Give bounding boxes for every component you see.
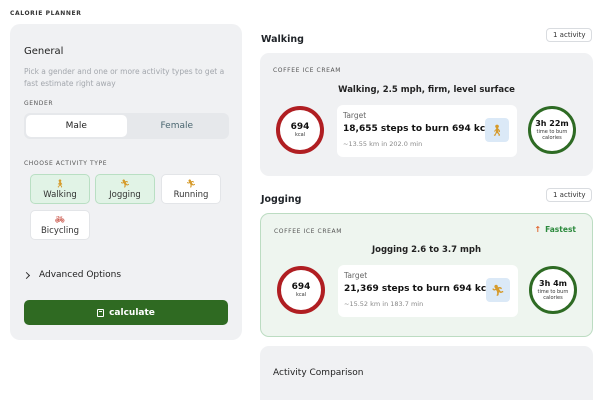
- gender-option-male[interactable]: Male: [26, 115, 127, 137]
- time-caption: time to burn calories: [536, 129, 568, 141]
- jogging-section-title: Jogging: [261, 194, 302, 205]
- gender-label: GENDER: [24, 100, 54, 107]
- kcal-value: 694: [291, 282, 311, 292]
- time-ring: 3h 4m time to burn calories: [529, 266, 577, 314]
- general-description: Pick a gender and one or more activity t…: [24, 67, 225, 88]
- target-steps: 21,369 steps to burn 694 kcal: [344, 284, 496, 294]
- running-icon: 🏃︎: [119, 178, 131, 188]
- general-panel: General Pick a gender and one or more ac…: [10, 24, 242, 340]
- activity-type-label: CHOOSE ACTIVITY TYPE: [24, 160, 108, 167]
- app-title: CALORIE PLANNER: [10, 10, 82, 17]
- activity-chip-running[interactable]: 🏃︎ Running: [161, 174, 221, 204]
- time-ring: 3h 22m time to burn calories: [528, 106, 576, 154]
- walking-activity-badge: 1 activity: [546, 28, 593, 42]
- target-label: Target: [343, 111, 367, 120]
- activity-description: Jogging 2.6 to 3.7 mph: [371, 245, 482, 255]
- running-icon: 🏃︎: [185, 178, 197, 188]
- target-box: Target 21,369 steps to burn 694 kcal ~15…: [338, 265, 518, 317]
- activity-chip-jogging[interactable]: 🏃︎ Jogging: [95, 174, 155, 204]
- gender-toggle: Male Female: [24, 113, 229, 139]
- flame-icon: ↑: [534, 225, 542, 234]
- target-label: Target: [344, 271, 368, 280]
- target-box: Target 18,655 steps to burn 694 kcal ~13…: [337, 105, 517, 157]
- time-value: 3h 22m: [535, 119, 569, 128]
- fastest-label: Fastest: [545, 225, 576, 234]
- jogging-activity-badge: 1 activity: [546, 188, 593, 202]
- food-name: COFFEE ICE CREAM: [274, 228, 342, 235]
- activity-comparison-title: Activity Comparison: [273, 368, 364, 378]
- gender-option-female[interactable]: Female: [127, 115, 228, 137]
- kcal-unit: kcal: [295, 292, 307, 298]
- activity-chip-label: Bicycling: [40, 225, 80, 236]
- activity-chip-label: Walking: [43, 189, 77, 200]
- advanced-options-toggle[interactable]: Advanced Options: [22, 270, 122, 280]
- target-steps: 18,655 steps to burn 694 kcal: [343, 124, 495, 134]
- activity-comparison-card: Activity Comparison: [260, 346, 593, 400]
- running-icon: 🏃︎: [486, 278, 510, 302]
- walking-icon: 🚶︎: [485, 118, 509, 142]
- kcal-ring: 694 kcal: [276, 106, 324, 154]
- time-value: 3h 4m: [539, 279, 567, 288]
- target-distance: ~13.55 km in 202.0 min: [343, 140, 423, 148]
- activity-chip-label: Jogging: [109, 189, 141, 200]
- walking-result-card: COFFEE ICE CREAM Walking, 2.5 mph, firm,…: [260, 53, 593, 176]
- walking-section-title: Walking: [261, 34, 304, 45]
- food-name: COFFEE ICE CREAM: [273, 67, 341, 74]
- kcal-value: 694: [290, 122, 310, 132]
- walking-icon: 🚶︎: [54, 178, 66, 188]
- calculate-label: calculate: [109, 307, 155, 318]
- bicycle-icon: 🚲︎: [54, 214, 66, 224]
- activity-chip-label: Running: [173, 189, 209, 200]
- fastest-badge: ↑ Fastest: [534, 225, 576, 234]
- activity-chip-walking[interactable]: 🚶︎ Walking: [30, 174, 90, 204]
- jogging-result-card: COFFEE ICE CREAM ↑ Fastest Jogging 2.6 t…: [260, 213, 593, 337]
- advanced-options-label: Advanced Options: [39, 270, 122, 280]
- calculator-icon: [97, 308, 105, 317]
- kcal-unit: kcal: [294, 132, 306, 138]
- kcal-ring: 694 kcal: [277, 266, 325, 314]
- time-caption: time to burn calories: [537, 289, 569, 301]
- chevron-right-icon: [22, 271, 31, 279]
- activity-chip-bicycling[interactable]: 🚲︎ Bicycling: [30, 210, 90, 240]
- target-distance: ~15.52 km in 183.7 min: [344, 300, 424, 308]
- activity-description: Walking, 2.5 mph, firm, level surface: [338, 85, 515, 95]
- general-title: General: [24, 46, 64, 57]
- calculate-button[interactable]: calculate: [24, 300, 228, 325]
